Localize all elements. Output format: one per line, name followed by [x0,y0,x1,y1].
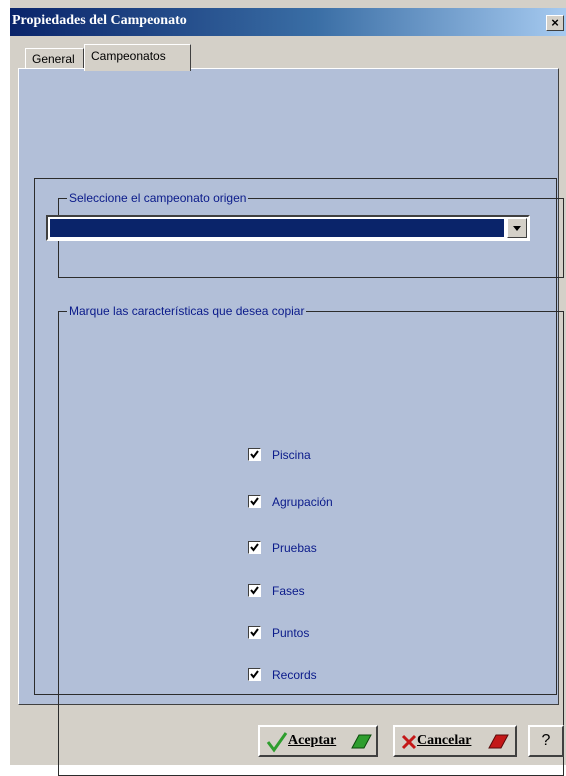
checkbox-box[interactable] [248,541,261,554]
cancel-button[interactable]: Cancelar [393,725,517,757]
check-icon [250,670,259,679]
source-championship-dropdown[interactable] [46,215,530,241]
checkbox-label: Records [272,668,317,682]
window-title: Propiedades del Campeonato [12,13,187,28]
checkbox-box[interactable] [248,626,261,639]
checkbox-box[interactable] [248,448,261,461]
campeonatos-panel: Seleccione el campeonato origen Marque l… [18,68,564,776]
source-group-legend: Seleccione el campeonato origen [67,191,249,205]
check-icon [250,586,259,595]
check-icon [250,497,259,506]
checkbox-label: Fases [272,584,305,598]
cancel-label: Cancelar [417,733,472,748]
check-icon [250,543,259,552]
checkbox-label: Piscina [272,448,311,462]
title-bar[interactable]: Propiedades del Campeonato × [10,8,566,36]
check-icon [250,628,259,637]
tab-general[interactable]: General [25,48,84,70]
copy-group-legend: Marque las características que desea cop… [67,304,307,318]
accept-button[interactable]: Aceptar [258,725,378,757]
checkbox-label: Pruebas [272,541,317,555]
checkbox-label: Agrupación [272,495,333,509]
checkbox-box[interactable] [248,495,261,508]
checkmark-icon [266,732,288,753]
green-pencil-icon [351,734,372,749]
red-pencil-icon [488,734,509,749]
dropdown-arrow-button[interactable] [507,218,527,238]
chevron-down-icon [513,226,521,231]
tab-strip: General Campeonatos [10,36,566,71]
checkbox-box[interactable] [248,584,261,597]
outer-frame: Seleccione el campeonato origen Marque l… [34,178,564,776]
dialog-window: Propiedades del Campeonato × General Cam… [10,0,566,776]
x-mark-icon [401,734,417,750]
help-button[interactable]: ? [528,725,564,757]
close-button[interactable]: × [546,15,564,31]
checkbox-label: Puntos [272,626,310,640]
tab-campeonatos[interactable]: Campeonatos [84,44,191,71]
check-icon [250,450,259,459]
accept-label: Aceptar [288,733,337,748]
checkbox-box[interactable] [248,668,261,681]
dropdown-selected-value [50,219,504,237]
